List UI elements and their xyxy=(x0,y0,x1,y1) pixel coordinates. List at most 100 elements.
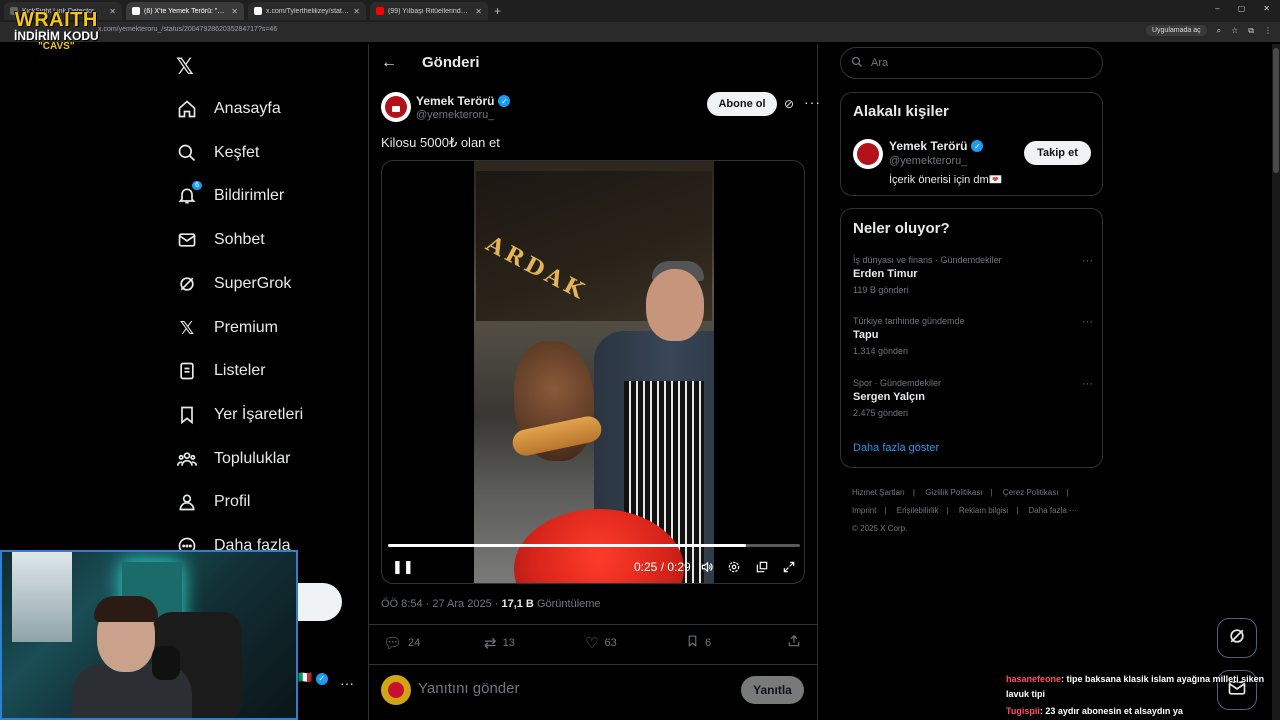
nav-item-explore[interactable]: Keşfet xyxy=(176,138,259,168)
footer-link[interactable]: Çerez Politikası xyxy=(1003,488,1059,497)
footer-link[interactable]: Gizlilik Politikası xyxy=(925,488,982,497)
author-handle[interactable]: @yemekteroru_ xyxy=(416,109,494,121)
avatar[interactable] xyxy=(381,675,411,705)
show-more-link[interactable]: Daha fazla göster xyxy=(853,442,939,454)
close-tab-icon[interactable]: ✕ xyxy=(109,7,116,16)
grok-icon[interactable]: ⊘ xyxy=(784,97,794,111)
star-icon[interactable]: ☆ xyxy=(1231,26,1238,35)
repost-action[interactable]: ⇄ 13 xyxy=(484,634,515,652)
search-input[interactable]: Ara xyxy=(840,47,1103,79)
grok-icon xyxy=(1227,626,1247,651)
webcam-person-hair xyxy=(94,596,158,622)
chat-username: Tugispii xyxy=(1006,706,1040,716)
nav-item-home[interactable]: Anasayfa xyxy=(176,94,281,124)
author-name-row[interactable]: Yemek Terörü ✓ xyxy=(416,94,511,108)
browser-tab-active[interactable]: (6) X'te Yemek Terörü: "Kilo... ✕ xyxy=(126,2,244,20)
grok-icon xyxy=(176,273,198,295)
minimize-icon[interactable]: – xyxy=(1215,4,1219,13)
close-window-icon[interactable]: ✕ xyxy=(1263,4,1270,13)
trend-item[interactable]: Spor · Gündemdekiler Sergen Yalçın 2.475… xyxy=(853,378,1093,418)
more-icon[interactable]: ··· xyxy=(804,94,821,110)
footer-links: Hizmet Şartları | Gizlilik Politikası | Çe… xyxy=(852,484,1092,538)
open-in-app-chip[interactable]: Uygulamada aç xyxy=(1145,25,1207,36)
trend-item[interactable]: Türkiye tarihinde gündemde Tapu 1.314 gö… xyxy=(853,316,1093,356)
footer-link[interactable]: Erişilebilirlik xyxy=(897,506,939,515)
reply-button[interactable]: Yanıtla xyxy=(741,676,804,704)
more-icon[interactable]: ··· xyxy=(1082,316,1093,328)
post-timestamp[interactable]: ÖÖ 8:54 · 27 Ara 2025 · xyxy=(381,598,501,610)
reply-icon: 💬︎ xyxy=(383,635,403,652)
bookmark-action[interactable]: 6 xyxy=(686,634,711,652)
footer-link[interactable]: Reklam bilgisi xyxy=(959,506,1008,515)
extensions-icon[interactable]: ⧉ xyxy=(1248,26,1254,36)
browser-tab[interactable]: x.com/Tylerthelilizey/status/20...✕ xyxy=(248,2,366,20)
nav-item-profile[interactable]: Profil xyxy=(176,487,250,517)
pause-icon[interactable]: ❚❚ xyxy=(392,559,414,575)
nav-item-lists[interactable]: Listeler xyxy=(176,356,266,386)
nav-item-notifications[interactable]: 6 Bildirimler xyxy=(176,181,284,211)
chat-message: Tugispii: 23 aydır abonesin et alsaydın … xyxy=(1006,704,1276,719)
scrollbar-thumb[interactable] xyxy=(1273,48,1279,173)
grok-fab[interactable] xyxy=(1217,618,1257,658)
video-frame[interactable]: ARDAK xyxy=(474,161,714,583)
chat-message: hasanefeone: tipe baksana klasik islam a… xyxy=(1006,672,1276,702)
list-icon xyxy=(176,360,198,382)
page-scrollbar[interactable] xyxy=(1272,44,1280,720)
video-progress-bar[interactable] xyxy=(388,544,800,547)
related-bio: İçerik önerisi için dm💌 xyxy=(889,174,1003,186)
pip-icon[interactable] xyxy=(755,559,769,575)
trend-item[interactable]: İş dünyası ve finans · Gündemdekiler Erd… xyxy=(853,255,1093,295)
fullscreen-icon[interactable] xyxy=(782,559,796,575)
tab-favicon xyxy=(376,7,384,15)
subscribe-button[interactable]: Abone ol xyxy=(707,92,777,116)
menu-dots-icon[interactable]: ⋮ xyxy=(1264,26,1272,35)
new-tab-icon[interactable]: + xyxy=(494,4,501,18)
x-logo-icon[interactable]: 𝕏 xyxy=(176,54,194,80)
more-icon[interactable]: ··· xyxy=(1082,255,1093,267)
url-field[interactable]: x.com/yemekteroru_/status/20047928620352… xyxy=(98,26,277,33)
reply-action[interactable]: 💬︎ 24 xyxy=(383,634,420,652)
footer-link[interactable]: Hizmet Şartları xyxy=(852,488,905,497)
share-action[interactable] xyxy=(787,634,801,652)
like-action[interactable]: ♡ 63 xyxy=(585,634,617,652)
avatar[interactable] xyxy=(853,139,883,169)
address-bar: x.com/yemekteroru_/status/20047928620352… xyxy=(0,22,1280,42)
footer-link[interactable]: Daha fazla ··· xyxy=(1029,506,1077,515)
more-icon[interactable]: ··· xyxy=(1082,378,1093,390)
video-player[interactable]: ARDAK ❚❚ 0:25 / 0:29 xyxy=(381,160,805,584)
close-tab-icon[interactable]: ✕ xyxy=(353,7,360,16)
search-placeholder: Ara xyxy=(871,57,889,69)
volume-icon[interactable] xyxy=(700,559,714,575)
gear-icon[interactable] xyxy=(727,559,741,575)
search-icon xyxy=(176,142,198,164)
related-name-row[interactable]: Yemek Terörü ✓ xyxy=(889,139,984,153)
repost-icon: ⇄ xyxy=(484,635,497,652)
nav-item-communities[interactable]: Topluluklar xyxy=(176,444,290,474)
home-icon xyxy=(176,98,198,120)
nav-item-chat[interactable]: Sohbet xyxy=(176,225,265,255)
close-tab-icon[interactable]: ✕ xyxy=(475,7,482,16)
zoom-icon[interactable]: ⌕ xyxy=(1217,26,1221,36)
x-premium-icon: 𝕏 xyxy=(179,317,195,338)
nav-item-bookmarks[interactable]: Yer İşaretleri xyxy=(176,400,303,430)
browser-tabstrip: KickSight Link Detector ✕ (6) X'te Yemek … xyxy=(0,0,1280,22)
close-tab-icon[interactable]: ✕ xyxy=(231,7,238,16)
nav-item-premium[interactable]: 𝕏 Premium xyxy=(176,313,278,343)
heart-icon: ♡ xyxy=(585,635,599,652)
footer-link[interactable]: Imprint xyxy=(852,506,876,515)
card-title: Alakalı kişiler xyxy=(853,103,949,120)
reply-input[interactable]: Yanıtını gönder xyxy=(418,680,519,697)
avatar[interactable] xyxy=(381,92,411,122)
browser-tab[interactable]: (99) Yılbaşı Ritüellerinden Umutsu...✕ xyxy=(370,2,488,20)
maximize-icon[interactable]: ▢ xyxy=(1238,4,1246,13)
back-arrow-icon[interactable]: ← xyxy=(381,54,397,72)
trends-card: Neler oluyor? İş dünyası ve finans · Gün… xyxy=(840,208,1103,468)
post-meta: ÖÖ 8:54 · 27 Ara 2025 · 17,1 B Görüntüle… xyxy=(381,598,601,610)
video-progress-fill xyxy=(388,544,747,547)
column-divider xyxy=(817,44,818,720)
account-more-icon[interactable]: ··· xyxy=(340,675,354,691)
follow-button[interactable]: Takip et xyxy=(1024,141,1091,165)
webcam-light-panel xyxy=(12,552,72,642)
divider xyxy=(369,664,817,665)
nav-item-supergrok[interactable]: SuperGrok xyxy=(176,269,291,299)
